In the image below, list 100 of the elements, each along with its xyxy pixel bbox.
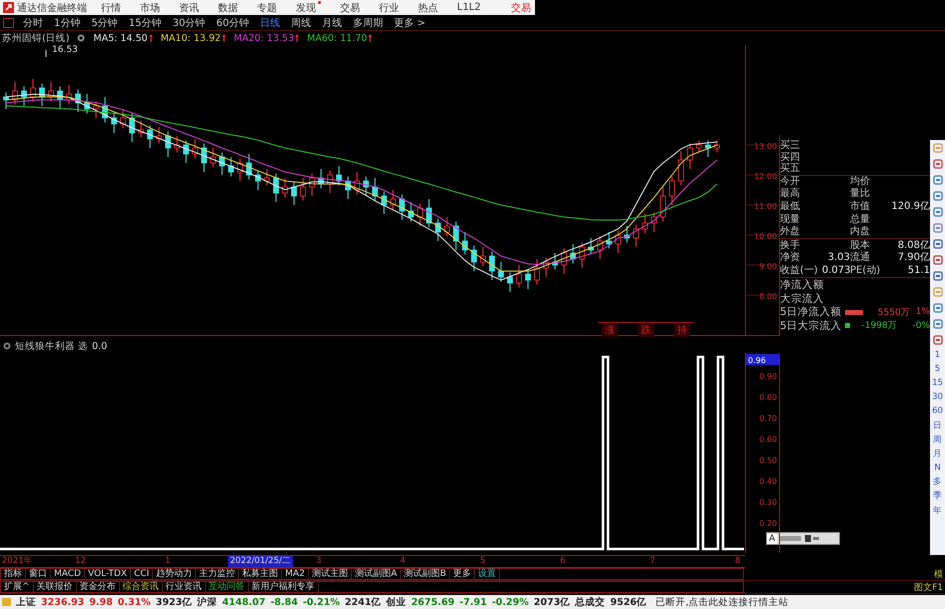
candlestick — [714, 140, 720, 153]
period-shortcut[interactable]: 年 — [933, 506, 942, 517]
indicator-tab[interactable]: VOL-TDX — [84, 569, 131, 579]
menu-item[interactable]: 资讯 — [179, 0, 199, 14]
settings-icon[interactable] — [77, 34, 86, 42]
candlestick — [453, 221, 459, 251]
indicator-tab[interactable]: MA2 — [282, 569, 309, 579]
indicator-tab[interactable]: 新用户福利专享 — [248, 582, 319, 592]
stat-label: 净资 — [780, 252, 801, 264]
candlestick — [489, 251, 495, 281]
period-shortcut[interactable]: 季 — [933, 491, 942, 502]
candlestick — [570, 244, 576, 264]
market-index-text: 2073亿 — [534, 596, 570, 608]
period-tab[interactable]: 1分钟 — [51, 16, 84, 30]
period-shortcut[interactable]: 60 — [932, 406, 943, 418]
tool-icons-drawing[interactable] — [779, 535, 820, 542]
moving-average-value: MA20: 13.53 — [234, 32, 294, 44]
price-axis-label: 10.00 — [754, 232, 777, 242]
period-shortcut[interactable]: 1 — [934, 350, 940, 361]
candlestick — [642, 214, 648, 234]
connection-status-link[interactable]: 已断开,点击此处连接行情主站 — [656, 596, 789, 608]
menu-item[interactable]: 行情 — [101, 0, 121, 14]
period-shortcut[interactable]: 多 — [933, 477, 942, 488]
period-shortcut[interactable]: 周 — [933, 434, 942, 446]
price-axis-label: 8.00 — [759, 292, 777, 302]
indicator-tab[interactable]: 综合资讯 — [120, 582, 163, 592]
window-icon[interactable] — [3, 18, 14, 28]
period-shortcut[interactable]: 15 — [932, 378, 943, 389]
menu-item[interactable]: 专题 — [257, 0, 277, 14]
indicator-tab[interactable]: CCI — [130, 569, 154, 579]
flow-amount: 5550万 — [876, 306, 910, 318]
candlestick — [696, 140, 702, 153]
price-axis-label: 13.00 — [754, 142, 777, 151]
indicator-tab[interactable]: 窗口 — [26, 569, 51, 579]
menu-item[interactable]: 热点 — [418, 0, 438, 14]
period-shortcut[interactable]: 5 — [934, 364, 940, 375]
candlestick — [12, 81, 18, 105]
indicator-tab[interactable]: 扩展^ — [1, 582, 34, 592]
indicator-tab[interactable]: 私募主图 — [239, 569, 282, 579]
stat-value: 7.90亿 — [896, 252, 930, 264]
stat-value: 3.03 — [826, 252, 850, 264]
indicator-tab[interactable]: 行业资讯 — [162, 582, 206, 592]
period-tab[interactable]: 周线 — [288, 16, 314, 30]
menu-item[interactable]: 数据 — [218, 0, 238, 14]
period-tab[interactable]: 多周期 — [350, 16, 386, 30]
period-tab[interactable]: 15分钟 — [126, 16, 164, 30]
side-tab[interactable]: 图文F1 — [914, 580, 945, 594]
menu-item[interactable]: 交易 — [340, 0, 360, 14]
indicator-tab[interactable]: 指标 — [1, 569, 26, 579]
market-index-text: 创业 — [386, 596, 406, 608]
indicator-tab[interactable]: 主力监控 — [196, 569, 240, 579]
period-tab[interactable]: 5分钟 — [88, 16, 121, 30]
indicator-tab[interactable]: 测试副图A — [352, 569, 401, 579]
candlestick — [3, 92, 9, 110]
indicator-tab[interactable]: 设置 — [475, 569, 500, 579]
indicator-tab[interactable]: 更多 — [450, 569, 476, 579]
indicator-tab[interactable]: 关联报价 — [34, 582, 77, 592]
menu-item[interactable]: 市场 — [140, 0, 160, 14]
period-shortcut[interactable]: 月 — [933, 448, 942, 460]
period-tab[interactable]: 月线 — [318, 16, 345, 30]
period-shortcut[interactable]: 30 — [932, 392, 943, 404]
menu-item[interactable]: L1L2 — [457, 2, 481, 13]
indicator-tab[interactable]: 互动问答 — [206, 582, 249, 592]
stat-value: 8.08亿 — [896, 240, 930, 252]
date-axis-label: 4 — [400, 556, 406, 567]
period-tab[interactable]: 30分钟 — [169, 16, 208, 30]
gear-icon[interactable] — [3, 342, 11, 350]
period-shortcut[interactable]: 日 — [933, 420, 942, 432]
period-tab[interactable]: 分时 — [20, 16, 46, 30]
stat-label: 股本 — [850, 240, 871, 252]
text-tool[interactable]: A — [767, 534, 778, 544]
trade-menu[interactable]: 交易 — [511, 0, 535, 14]
candlestick — [102, 96, 108, 123]
indicator-tab[interactable]: MACD — [51, 569, 85, 579]
high-price-label: 16.53 — [52, 45, 78, 55]
period-shortcut[interactable]: N — [934, 463, 941, 474]
indicator-tab[interactable]: 趋势动力 — [153, 569, 196, 579]
period-tab[interactable]: 60分钟 — [213, 16, 252, 30]
stat-label: 流通 — [850, 252, 871, 264]
side-tab[interactable]: 模 — [934, 568, 945, 580]
date-axis-label: 12 — [75, 556, 86, 567]
period-tab[interactable]: 更多 > — [390, 16, 429, 30]
candlestick — [93, 100, 99, 118]
indicator-tab[interactable]: 测试副图B — [401, 569, 450, 579]
indicator-tab[interactable]: 资金分布 — [76, 582, 120, 592]
flow-amount: -1998万 — [860, 320, 897, 332]
candlestick — [291, 182, 297, 206]
menu-item[interactable]: 发现 — [296, 0, 321, 14]
flow-percent: -0% — [912, 320, 930, 330]
candlestick — [165, 130, 171, 158]
stat-label: PE(动) — [850, 264, 882, 277]
stat-label: 最高 — [780, 188, 801, 200]
indicator-tab[interactable]: 测试主图 — [308, 569, 352, 579]
candlestick — [426, 198, 432, 228]
date-axis-label: 5 — [480, 556, 486, 567]
menu-item[interactable]: 行业 — [379, 0, 399, 14]
market-index-text: 总成交 — [575, 596, 606, 608]
candlestick — [525, 269, 531, 290]
candlestick — [147, 124, 153, 148]
period-tab[interactable]: 日线 — [256, 16, 283, 30]
